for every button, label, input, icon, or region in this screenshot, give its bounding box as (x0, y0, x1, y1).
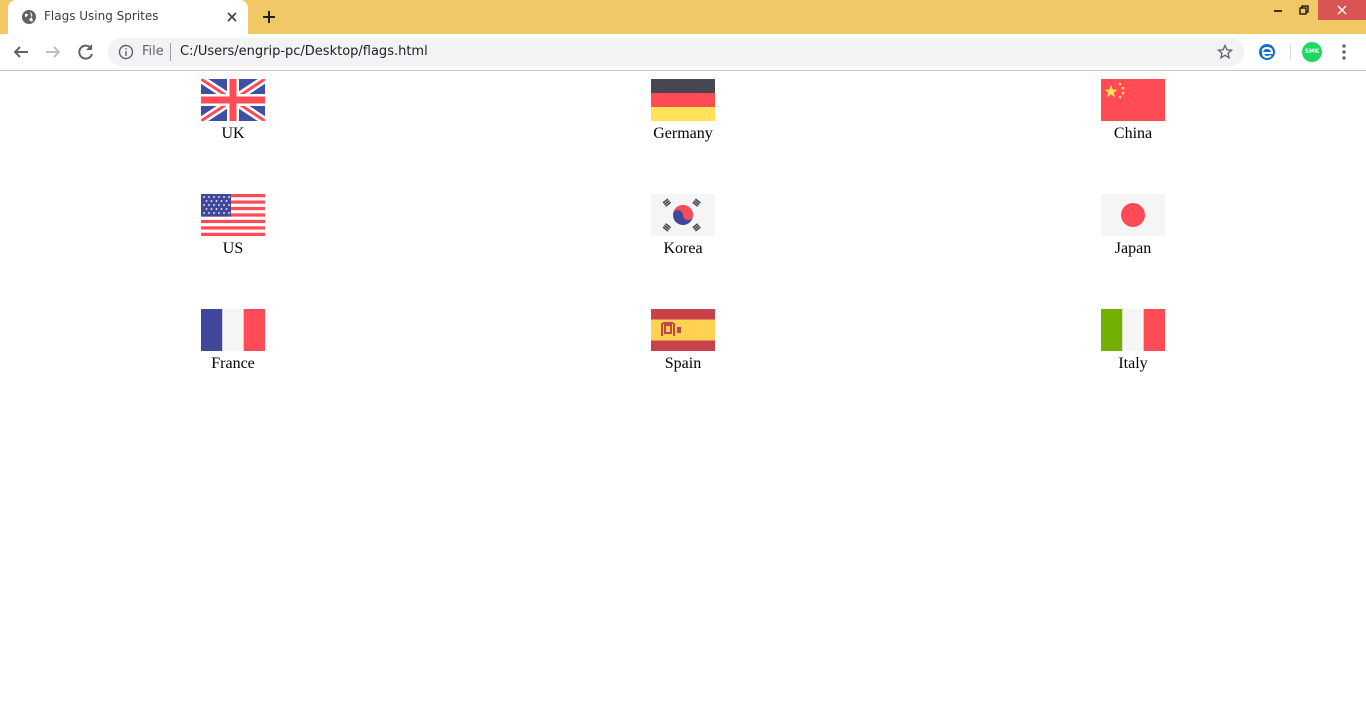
germany-flag-icon (651, 79, 715, 121)
flag-label: UK (221, 125, 245, 142)
china-flag-icon (1101, 79, 1165, 121)
flag-label: US (222, 240, 244, 257)
browser-titlebar: Flags Using Sprites (0, 0, 1366, 34)
window-close-button[interactable] (1318, 0, 1366, 20)
flag-item-italy: Italy (1083, 309, 1183, 373)
us-flag-icon (201, 194, 265, 236)
bookmark-star-icon[interactable] (1217, 44, 1233, 60)
page-content: UK Germany China US Korea Japan France S… (0, 72, 1366, 728)
italy-flag-icon (1101, 309, 1165, 351)
flag-item-uk: UK (183, 79, 283, 143)
toolbar-divider (1290, 44, 1291, 60)
flag-label: Korea (663, 240, 703, 257)
minimize-button[interactable] (1265, 0, 1291, 20)
flag-item-us: US (183, 194, 283, 258)
close-icon (1337, 5, 1347, 15)
france-flag-icon (201, 309, 265, 351)
minimize-icon (1274, 10, 1282, 12)
browser-toolbar: File C:/Users/engrip-pc/Desktop/flags.ht… (0, 34, 1366, 71)
back-arrow-icon[interactable] (11, 42, 31, 62)
url-scheme-label: File (142, 44, 164, 59)
tab-title: Flags Using Sprites (44, 9, 159, 23)
profile-avatar[interactable]: SMK (1302, 42, 1322, 62)
info-icon[interactable] (118, 44, 134, 60)
flag-item-korea: Korea (633, 194, 733, 258)
flag-label: Spain (664, 355, 702, 372)
address-bar[interactable]: File C:/Users/engrip-pc/Desktop/flags.ht… (108, 38, 1244, 66)
flag-label: China (1113, 125, 1153, 142)
omnibox-divider (170, 43, 171, 61)
flag-label: Japan (1114, 240, 1152, 257)
flag-item-france: France (183, 309, 283, 373)
flag-label: Italy (1118, 355, 1148, 372)
flag-label: France (211, 355, 255, 372)
new-tab-icon[interactable] (260, 8, 278, 26)
uk-flag-icon (201, 79, 265, 121)
more-menu-icon[interactable] (1336, 43, 1352, 61)
flag-item-germany: Germany (633, 79, 733, 143)
globe-icon (22, 10, 36, 24)
korea-flag-icon (651, 194, 715, 236)
restore-button[interactable] (1291, 0, 1317, 20)
reload-icon[interactable] (76, 42, 96, 62)
flag-item-japan: Japan (1083, 194, 1183, 258)
flag-label: Germany (653, 125, 713, 142)
japan-flag-icon (1101, 194, 1165, 236)
restore-icon (1299, 5, 1309, 15)
close-icon[interactable] (224, 9, 240, 25)
flag-item-spain: Spain (633, 309, 733, 373)
forward-arrow-icon[interactable] (43, 42, 63, 62)
spain-flag-icon (651, 309, 715, 351)
flag-item-china: China (1083, 79, 1183, 143)
edge-extension-icon[interactable] (1258, 43, 1276, 61)
browser-tab[interactable]: Flags Using Sprites (8, 0, 248, 34)
url-text[interactable]: C:/Users/engrip-pc/Desktop/flags.html (180, 44, 428, 59)
